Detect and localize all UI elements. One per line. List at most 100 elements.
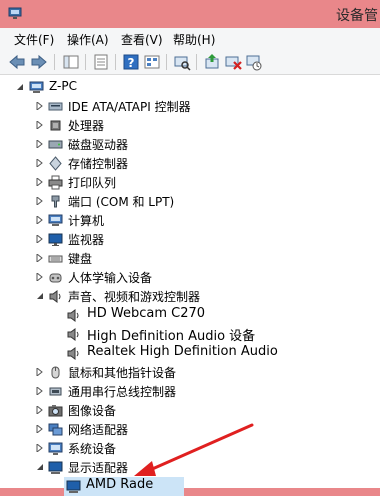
speaker-icon [67,347,79,360]
computer-icon [48,214,63,226]
tree-item-label: 监视器 [68,233,105,247]
tree-item-label: 磁盘驱动器 [68,138,129,152]
tree-item-display-adapters[interactable]: 显示适配器 [0,458,380,477]
title-bar: 设备管 [0,0,380,28]
collapse-arrow-icon[interactable] [16,83,24,91]
tree-item-hd-audio-device[interactable]: High Definition Audio 设备 [0,325,380,344]
update-driver-icon[interactable] [203,53,221,71]
toolbar-separator [54,54,55,70]
toolbar-separator [115,54,116,70]
monitor-icon [48,233,63,246]
tree-item-label: IDE ATA/ATAPI 控制器 [68,100,191,114]
window-title: 设备管 [336,8,378,24]
toolbar-separator [85,54,86,70]
tree-item-usb-controllers[interactable]: 通用串行总线控制器 [0,382,380,401]
tree-item-label: 键盘 [68,252,93,266]
expand-arrow-icon[interactable] [36,102,44,110]
tree-root-label: Z-PC [49,79,77,93]
tree-item-network-adapters[interactable]: 网络适配器 [0,420,380,439]
tree-item-hid[interactable]: 人体学输入设备 [0,268,380,287]
tree-item-monitors[interactable]: 监视器 [0,230,380,249]
scan-hardware-icon[interactable] [173,53,191,71]
expand-arrow-icon[interactable] [36,178,44,186]
tree-item-amd-radeon[interactable]: AMD Rade [64,477,184,496]
tree-item-label: 系统设备 [68,442,117,456]
expand-arrow-icon[interactable] [36,273,44,281]
uninstall-icon[interactable] [224,53,242,71]
expand-arrow-icon[interactable] [36,197,44,205]
expand-arrow-icon[interactable] [36,254,44,262]
expand-arrow-icon[interactable] [36,387,44,395]
tree-item-label: 处理器 [68,119,105,133]
tree-item-print-queues[interactable]: 打印队列 [0,173,380,192]
tree-item-mice[interactable]: 鼠标和其他指针设备 [0,363,380,382]
toolbar: ? [0,50,380,75]
tree-item-label: 存储控制器 [68,157,129,171]
expand-arrow-icon[interactable] [36,444,44,452]
tree-item-webcam[interactable]: HD Webcam C270 [0,306,380,325]
storage-controller-icon [49,156,62,171]
tree-item-imaging-devices[interactable]: 图像设备 [0,401,380,420]
display-adapter-icon [66,480,81,493]
forward-arrow-icon[interactable] [30,53,48,71]
usb-icon [49,387,62,396]
properties-icon[interactable] [92,53,110,71]
tree-item-label: AMD Rade [86,477,154,492]
menu-action[interactable]: 操作(A) [67,31,109,48]
menu-bar: 文件(F) 操作(A) 查看(V) 帮助(H) [0,28,380,51]
expand-arrow-icon[interactable] [36,368,44,376]
camera-icon [48,405,63,417]
tree-item-label: HD Webcam C270 [87,306,206,321]
tree-item-label: 端口 (COM 和 LPT) [68,195,175,209]
menu-file[interactable]: 文件(F) [14,31,54,48]
toolbar-separator [166,54,167,70]
processor-icon [50,120,61,131]
expand-arrow-icon[interactable] [36,235,44,243]
collapse-arrow-icon[interactable] [36,292,44,300]
tree-item-label: 显示适配器 [68,461,129,475]
expand-arrow-icon[interactable] [36,159,44,167]
tree-item-computer[interactable]: 计算机 [0,211,380,230]
speaker-icon [67,309,79,322]
expand-arrow-icon[interactable] [36,406,44,414]
port-icon [51,195,60,208]
system-device-icon [48,442,63,455]
tree-item-ports[interactable]: 端口 (COM 和 LPT) [0,192,380,211]
tree-item-label: High Definition Audio 设备 [87,329,256,344]
expand-arrow-icon[interactable] [36,121,44,129]
tree-item-label: 图像设备 [68,404,117,418]
tree-item-storage-controllers[interactable]: 存储控制器 [0,154,380,173]
tree-item-sound-video-game[interactable]: 声音、视频和游戏控制器 [0,287,380,306]
toolbar-separator [196,54,197,70]
tree-item-disk-drives[interactable]: 磁盘驱动器 [0,135,380,154]
tree-item-label: 网络适配器 [68,423,129,437]
tree-item-system-devices[interactable]: 系统设备 [0,439,380,458]
tree-item-label: 声音、视频和游戏控制器 [68,290,201,304]
expand-arrow-icon[interactable] [36,216,44,224]
help-icon[interactable]: ? [122,53,140,71]
display-adapter-icon [48,461,63,474]
tree-item-label: 通用串行总线控制器 [68,385,177,399]
tree-root[interactable]: Z-PC [0,78,380,97]
menu-view[interactable]: 查看(V) [121,31,163,48]
enable-device-icon[interactable] [245,53,263,71]
tree-item-realtek-audio[interactable]: Realtek High Definition Audio [0,344,380,363]
expand-arrow-icon[interactable] [36,140,44,148]
menu-help[interactable]: 帮助(H) [173,31,215,48]
printer-icon [48,175,63,190]
device-manager-app-icon [8,7,22,19]
tree-item-keyboards[interactable]: 键盘 [0,249,380,268]
collapse-arrow-icon[interactable] [36,463,44,471]
speaker-icon [67,328,79,341]
back-arrow-icon[interactable] [8,53,26,71]
tree-item-ide[interactable]: IDE ATA/ATAPI 控制器 [0,97,380,116]
view-icon[interactable] [143,53,161,71]
tree-item-label: 人体学输入设备 [68,271,153,285]
device-tree: Z-PC IDE ATA/ATAPI 控制器 处理器 磁盘驱动器 存储控制器 打… [0,75,380,496]
speaker-icon [49,290,61,303]
tree-item-label: 打印队列 [68,176,117,190]
console-tree-icon[interactable] [62,53,80,71]
expand-arrow-icon[interactable] [36,425,44,433]
ide-controller-icon [48,102,63,111]
tree-item-processor[interactable]: 处理器 [0,116,380,135]
